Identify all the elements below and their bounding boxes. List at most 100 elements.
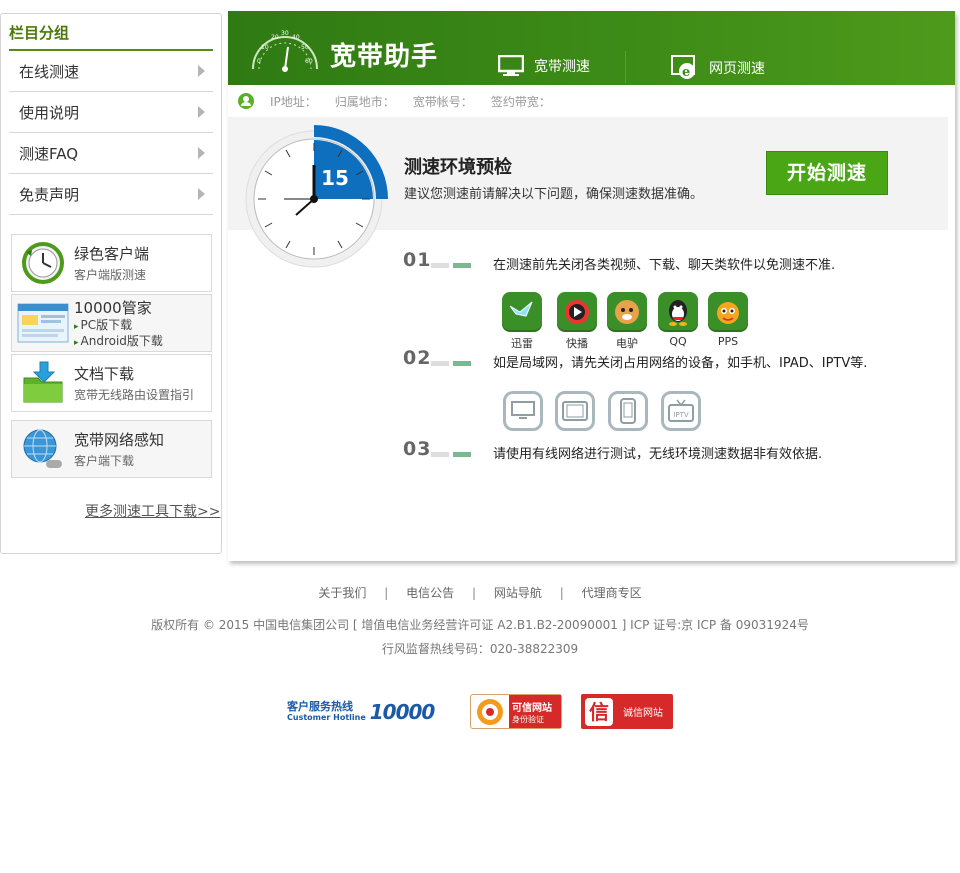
tool-network-awareness[interactable]: 宽带网络感知 客户端下载	[11, 420, 212, 478]
trusted-title: 可信网站	[512, 702, 552, 714]
trusted-seal-icon	[477, 698, 503, 725]
app-emule: 电驴	[607, 292, 647, 351]
ip-address-label: IP地址：	[270, 94, 317, 109]
user-icon	[238, 93, 254, 109]
app-label: PPS	[717, 335, 739, 348]
header-banner: 0 10 20 30 40 50 60 宽带助手 宽带测速 e 网页测速	[228, 11, 955, 85]
menu-item-label: 在线测速	[19, 62, 80, 81]
account-label: 宽带帐号：	[412, 94, 473, 109]
menu-item-label: 使用说明	[19, 103, 80, 122]
manager-screenshot-icon	[12, 295, 74, 351]
tool-title: 文档下载	[74, 365, 135, 383]
tool-subtitle: 宽带无线路由设置指引	[74, 388, 195, 402]
gauge-tick-label: 50	[301, 44, 309, 51]
app-label: QQ	[669, 335, 687, 348]
chevron-right-icon	[198, 106, 205, 118]
integrity-title: 诚信网站	[623, 708, 663, 719]
tab-label: 网页测速	[709, 61, 765, 77]
tool-10000-manager[interactable]: 10000管家 PC版下载 Android版下载	[11, 294, 212, 352]
more-tools-link[interactable]: 更多测速工具下载>>	[85, 501, 220, 521]
customer-hotline-badge[interactable]: 客户服务热线 Customer Hotline 10000	[287, 694, 452, 729]
qq-icon	[658, 292, 698, 332]
step-divider	[431, 452, 471, 457]
app-label: 迅雷	[511, 337, 533, 350]
region-label: 归属地市：	[334, 94, 395, 109]
step-text: 请使用有线网络进行测试，无线环境测速数据非有效依据.	[493, 447, 823, 462]
menu-item-disclaimer[interactable]: 免责声明	[9, 174, 213, 215]
iptv-label: IPTV	[673, 411, 689, 419]
menu-item-online-speedtest[interactable]: 在线测速	[9, 51, 213, 92]
android-download-link[interactable]: Android版下载	[74, 334, 163, 350]
chevron-right-icon	[198, 147, 205, 159]
step-text: 在测速前先关闭各类视频、下载、聊天类软件以免测速不准.	[493, 258, 836, 273]
hotline-en: Customer Hotline	[287, 712, 366, 722]
tablet-icon	[555, 391, 595, 431]
clock-icon	[12, 235, 74, 291]
trusted-subtitle: 身份验证	[512, 714, 544, 724]
globe-icon	[12, 421, 74, 477]
connection-info-bar: IP地址： 归属地市： 宽带帐号： 签约带宽：	[228, 85, 955, 117]
tool-subtitle: 客户端下载	[74, 454, 135, 468]
tool-title: 宽带网络感知	[74, 431, 165, 449]
bandwidth-label: 签约带宽：	[490, 94, 551, 109]
supervision-hotline: 行风监督热线号码：020-38822309	[381, 642, 579, 656]
tool-green-client[interactable]: 绿色客户端 客户端版测速	[11, 234, 212, 292]
timer-value: 15	[321, 166, 349, 190]
start-speedtest-button[interactable]: 开始测速	[766, 151, 888, 195]
pps-icon	[708, 292, 748, 332]
app-pps: PPS	[708, 292, 748, 348]
footer-nav: 关于我们 | 电信公告 | 网站导航 | 代理商专区	[0, 584, 960, 601]
gauge-tick-label: 30	[281, 30, 289, 37]
footer-link-about[interactable]: 关于我们	[318, 586, 366, 600]
precheck-description: 建议您测速前请解决以下问题，确保测速数据准确。	[404, 187, 704, 202]
tool-subtitle: 客户端版测速	[74, 268, 147, 282]
gauge-tick-label: 40	[292, 34, 300, 41]
gauge-tick-label: 20	[271, 34, 279, 41]
step-number: 02	[403, 347, 432, 369]
kuaibo-icon	[557, 292, 597, 332]
tab-divider	[625, 51, 626, 83]
chevron-right-icon	[198, 188, 205, 200]
step-number: 01	[403, 249, 432, 271]
copyright-text: 版权所有 © 2015 中国电信集团公司 [ 增值电信业务经营许可证 A2.B1…	[151, 618, 809, 632]
svg-text:e: e	[682, 65, 690, 80]
pc-download-link[interactable]: PC版下载	[74, 318, 163, 334]
footer-link-sitemap[interactable]: 网站导航	[494, 586, 542, 600]
tab-webpage-speedtest[interactable]: e 网页测速	[671, 55, 765, 81]
countdown-timer: 15	[245, 125, 388, 268]
hotline-cn: 客户服务热线	[287, 699, 353, 713]
phone-icon	[608, 391, 648, 431]
folder-download-icon	[12, 355, 74, 411]
menu-item-label: 测速FAQ	[19, 144, 79, 163]
chevron-right-icon	[198, 65, 205, 77]
step-divider	[431, 361, 471, 366]
step-text: 如是局域网，请先关闭占用网络的设备，如手机、IPAD、IPTV等.	[493, 356, 868, 371]
footer-link-agents[interactable]: 代理商专区	[582, 586, 642, 600]
desktop-icon	[503, 391, 543, 431]
step-number: 03	[403, 438, 432, 460]
trusted-site-badge[interactable]: 可信网站 身份验证	[470, 694, 562, 729]
brand-title: 宽带助手	[330, 42, 439, 72]
tab-label: 宽带测速	[534, 59, 590, 75]
tab-broadband-speedtest[interactable]: 宽带测速	[498, 55, 590, 77]
gauge-tick-label: 10	[261, 44, 269, 51]
footer-link-announcements[interactable]: 电信公告	[406, 586, 454, 600]
app-xunlei: 迅雷	[502, 292, 542, 351]
footer-separator: |	[384, 586, 389, 600]
speedometer-icon: 0 10 20 30 40 50 60	[252, 30, 318, 72]
gauge-tick-label: 0	[257, 58, 261, 65]
footer-separator: |	[471, 586, 477, 600]
emule-icon	[607, 292, 647, 332]
sidebar-title: 栏目分组	[9, 22, 213, 51]
monitor-icon	[498, 55, 524, 76]
app-qq: QQ	[658, 292, 698, 348]
app-label: 电驴	[616, 337, 638, 350]
tool-doc-download[interactable]: 文档下载 宽带无线路由设置指引	[11, 354, 212, 412]
menu-item-faq[interactable]: 测速FAQ	[9, 133, 213, 174]
precheck-title: 测速环境预检	[404, 157, 512, 178]
integrity-site-badge[interactable]: 信 诚信网站	[581, 694, 673, 729]
menu-item-instructions[interactable]: 使用说明	[9, 92, 213, 133]
tool-title: 10000管家	[74, 298, 152, 317]
menu-item-label: 免责声明	[19, 185, 80, 204]
integrity-seal-icon: 信	[585, 697, 613, 726]
